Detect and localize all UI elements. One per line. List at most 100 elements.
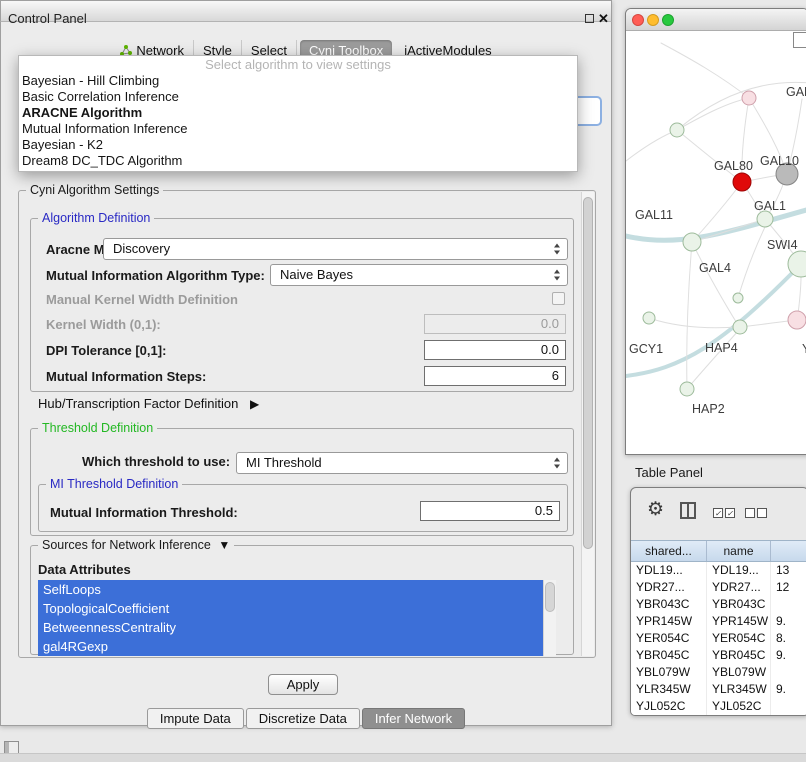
manual-kernel-checkbox[interactable] bbox=[552, 292, 565, 305]
gear-icon[interactable]: ⚙ bbox=[647, 498, 664, 521]
mi-threshold-label: Mutual Information Threshold: bbox=[50, 505, 238, 520]
kernel-width-field[interactable]: 0.0 bbox=[424, 314, 566, 334]
mi-type-select[interactable]: Naive Bayes bbox=[270, 264, 568, 286]
bottom-tab-infer-network[interactable]: Infer Network bbox=[362, 708, 465, 729]
network-node-green[interactable] bbox=[733, 320, 747, 334]
network-graph[interactable]: GAL80GAL10GAL11GAL1SWI4GAL4GCY1HAP4HAP2G… bbox=[626, 31, 806, 455]
group-title: Threshold Definition bbox=[38, 421, 157, 436]
algorithm-option[interactable]: Mutual Information Inference bbox=[19, 121, 577, 137]
algorithm-option[interactable]: Basic Correlation Inference bbox=[19, 89, 577, 105]
group-title: Sources for Network Inference ▼ bbox=[38, 538, 234, 553]
table-column-header[interactable]: shared... bbox=[631, 541, 707, 561]
dpi-tolerance-field[interactable]: 0.0 bbox=[424, 340, 566, 360]
table-cell: YDR27... bbox=[631, 579, 707, 596]
table-cell: YPR145W bbox=[631, 613, 707, 630]
network-node-green[interactable] bbox=[670, 123, 684, 137]
table-cell: YDL19... bbox=[631, 562, 707, 579]
network-node-green[interactable] bbox=[757, 211, 773, 227]
network-edge[interactable] bbox=[692, 219, 765, 242]
table-cell: 12 bbox=[771, 579, 806, 596]
apply-button[interactable]: Apply bbox=[268, 674, 338, 695]
attribute-list[interactable]: SelfLoops TopologicalCoefficient Between… bbox=[38, 580, 556, 656]
mi-type-value: Naive Bayes bbox=[280, 267, 353, 282]
network-window-titlebar[interactable] bbox=[626, 9, 806, 31]
network-node-pink[interactable] bbox=[788, 311, 806, 329]
attribute-list-scrollbar[interactable] bbox=[543, 580, 556, 656]
minimize-traffic-light[interactable] bbox=[647, 14, 659, 26]
network-canvas[interactable]: GAL80GAL10GAL11GAL1SWI4GAL4GCY1HAP4HAP2G… bbox=[626, 31, 806, 455]
network-edge[interactable] bbox=[677, 98, 749, 130]
table-row[interactable]: YDR27...YDR27...12 bbox=[631, 579, 806, 596]
mi-steps-field[interactable]: 6 bbox=[424, 366, 566, 386]
network-edge[interactable] bbox=[692, 242, 738, 325]
float-window-icon[interactable] bbox=[585, 14, 594, 23]
network-node-green[interactable] bbox=[733, 293, 743, 303]
empty-checkbox-icon bbox=[745, 508, 755, 518]
attribute-list-item-selected[interactable]: BetweennessCentrality bbox=[38, 618, 543, 637]
table-cell: 13 bbox=[771, 562, 806, 579]
mi-type-label: Mutual Information Algorithm Type: bbox=[46, 268, 265, 283]
settings-scrollbar-thumb[interactable] bbox=[583, 197, 593, 549]
algorithm-option[interactable]: Bayesian - K2 bbox=[19, 137, 577, 153]
network-edge[interactable] bbox=[738, 227, 765, 298]
table-cell: YBL079W bbox=[707, 664, 771, 681]
table-row[interactable]: YBR043CYBR043C bbox=[631, 596, 806, 613]
control-panel-titlebar[interactable] bbox=[0, 0, 612, 22]
network-edge[interactable] bbox=[626, 130, 677, 161]
table-row[interactable]: YLR345WYLR345W9. bbox=[631, 681, 806, 698]
attribute-list-item-selected[interactable]: gal4RGexp bbox=[38, 637, 543, 656]
table-row[interactable]: YPR145WYPR145W9. bbox=[631, 613, 806, 630]
table-cell bbox=[771, 596, 806, 613]
attribute-list-item-selected[interactable]: SelfLoops bbox=[38, 580, 543, 599]
network-edge[interactable] bbox=[649, 318, 738, 328]
table-body[interactable]: YDL19...YDL19...13YDR27...YDR27...12YBR0… bbox=[631, 562, 806, 716]
algorithm-dropdown-popup: Select algorithm to view settings Bayesi… bbox=[18, 55, 578, 172]
aracne-mode-value: Discovery bbox=[113, 241, 170, 256]
table-column-header[interactable]: name bbox=[707, 541, 771, 561]
algorithm-option[interactable]: Bayesian - Hill Climbing bbox=[19, 73, 577, 89]
table-row[interactable]: YJL052CYJL052C bbox=[631, 698, 806, 715]
network-node-label: GAL bbox=[786, 85, 806, 99]
network-edge[interactable] bbox=[687, 242, 692, 389]
table-cell: 9. bbox=[771, 647, 806, 664]
show-columns-icon[interactable] bbox=[680, 502, 696, 519]
network-edge[interactable] bbox=[677, 130, 742, 182]
bottom-tab-discretize-data[interactable]: Discretize Data bbox=[246, 708, 360, 729]
chevron-right-icon[interactable]: ▶ bbox=[250, 397, 259, 411]
table-cell: YBR043C bbox=[707, 596, 771, 613]
group-title: Algorithm Definition bbox=[38, 211, 154, 226]
table-cell: YJL052C bbox=[707, 698, 771, 715]
network-node-green[interactable] bbox=[680, 382, 694, 396]
hub-definition-expander[interactable]: Hub/Transcription Factor Definition ▶ bbox=[38, 396, 259, 411]
select-all-columns-icon[interactable]: ✓ ✓ bbox=[713, 508, 735, 518]
algorithm-option[interactable]: Dream8 DC_TDC Algorithm bbox=[19, 153, 577, 169]
network-edge[interactable] bbox=[661, 43, 749, 98]
attribute-list-item-selected[interactable]: TopologicalCoefficient bbox=[38, 599, 543, 618]
aracne-mode-select[interactable]: Discovery bbox=[103, 238, 568, 260]
mi-threshold-field[interactable]: 0.5 bbox=[420, 501, 560, 521]
manual-kernel-label: Manual Kernel Width Definition bbox=[46, 292, 238, 307]
desktop: Control Panel ✕ Network Style Select Cyn… bbox=[0, 0, 806, 762]
bottom-tab-impute-data[interactable]: Impute Data bbox=[147, 708, 244, 729]
table-row[interactable]: YBR045CYBR045C9. bbox=[631, 647, 806, 664]
table-row[interactable]: YDL19...YDL19...13 bbox=[631, 562, 806, 579]
network-node-green[interactable] bbox=[643, 312, 655, 324]
table-row[interactable]: YER054CYER054C8. bbox=[631, 630, 806, 647]
close-icon[interactable]: ✕ bbox=[598, 11, 609, 27]
network-edge[interactable] bbox=[687, 331, 738, 389]
network-node-green[interactable] bbox=[683, 233, 701, 251]
table-row[interactable]: YBL079WYBL079W bbox=[631, 664, 806, 681]
table-column-header[interactable] bbox=[771, 541, 806, 561]
zoom-traffic-light[interactable] bbox=[662, 14, 674, 26]
chevron-down-icon[interactable]: ▼ bbox=[218, 538, 230, 552]
algorithm-option-selected[interactable]: ARACNE Algorithm bbox=[19, 105, 577, 121]
unselect-all-columns-icon[interactable] bbox=[745, 508, 767, 518]
table-cell: YER054C bbox=[707, 630, 771, 647]
attribute-list-scrollbar-thumb[interactable] bbox=[545, 582, 555, 612]
empty-checkbox-icon bbox=[757, 508, 767, 518]
network-node-pink[interactable] bbox=[742, 91, 756, 105]
network-node-red[interactable] bbox=[733, 173, 751, 191]
birdseye-overview-box[interactable] bbox=[793, 32, 806, 48]
which-threshold-select[interactable]: MI Threshold bbox=[236, 452, 568, 474]
close-traffic-light[interactable] bbox=[632, 14, 644, 26]
